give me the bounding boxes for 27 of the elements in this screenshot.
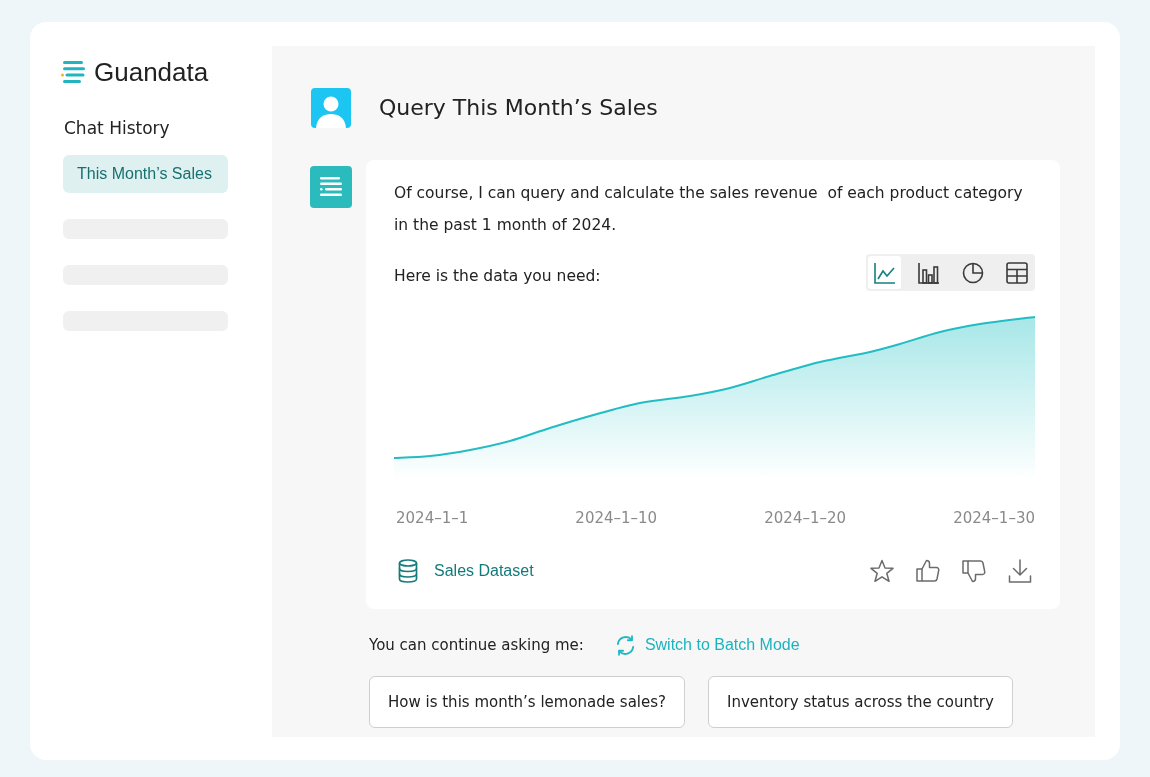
table-icon: [1005, 261, 1028, 284]
thumbs-down-icon[interactable]: [962, 559, 986, 583]
download-icon[interactable]: [1008, 559, 1032, 583]
data-intro-text: Here is the data you need:: [394, 265, 601, 285]
axis-label: 2024–1–10: [575, 509, 658, 527]
follow-up-prompt: You can continue asking me:: [369, 636, 584, 654]
star-icon[interactable]: [870, 559, 894, 583]
chart-type-button[interactable]: [868, 256, 901, 289]
answer-text: Of course, I can query and calculate the sales revenue of each product category in the past 1 month of 2024.: [394, 183, 1024, 236]
database-icon: [398, 559, 418, 583]
question-title: Query This Month’s Sales: [379, 94, 658, 122]
assistant-avatar-icon: [310, 166, 352, 208]
axis-label: 2024–1–30: [953, 509, 1035, 527]
line-chart-icon: [873, 261, 896, 284]
pie-chart-icon: [961, 261, 984, 284]
axis-label: 2024–1–20: [764, 509, 847, 527]
thumbs-up-icon[interactable]: [916, 559, 940, 583]
axis-label: 2024–1–1: [396, 509, 469, 527]
sidebar-heading: Chat History: [64, 117, 170, 140]
logo-text: Guandata: [94, 57, 209, 87]
user-avatar-icon: [311, 88, 351, 128]
logo-icon: [61, 60, 85, 84]
bar-chart-icon: [917, 261, 940, 284]
history-item[interactable]: This Month’s Sales: [63, 155, 228, 193]
dataset-link[interactable]: Sales Dataset: [434, 562, 534, 580]
suggestion-button[interactable]: Inventory status across the country: [708, 676, 1013, 728]
suggestion-button[interactable]: How is this month’s lemonade sales?: [369, 676, 685, 728]
